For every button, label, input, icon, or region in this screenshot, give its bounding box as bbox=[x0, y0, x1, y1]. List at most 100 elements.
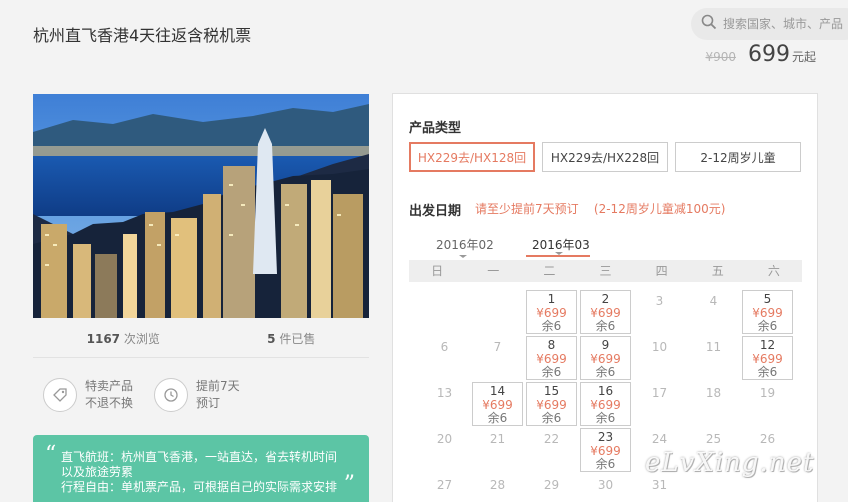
weekday: 一 bbox=[487, 264, 500, 278]
option-hx229-hx228[interactable]: HX229去/HX228回 bbox=[542, 142, 668, 172]
month-marker-icon bbox=[555, 252, 563, 255]
calendar-day: 20 bbox=[436, 432, 453, 446]
child-note: (2-12周岁儿童减100元) bbox=[593, 202, 726, 216]
product-photo bbox=[33, 94, 369, 318]
day-number: 23 bbox=[597, 430, 614, 444]
search-input[interactable] bbox=[723, 17, 848, 31]
sold-label: 件已售 bbox=[279, 332, 316, 346]
day-price: ¥699 bbox=[590, 398, 621, 412]
calendar-day-available[interactable]: 23 ¥699 余6 bbox=[580, 428, 631, 472]
day-number: 12 bbox=[759, 338, 776, 352]
calendar-day-available[interactable]: 2 ¥699 余6 bbox=[580, 290, 631, 334]
highlights-box: “ 直飞航班：杭州直飞香港，一站直达，省去转机时间 以及旅途劳累 行程自由：单机… bbox=[33, 435, 369, 502]
day-number: 15 bbox=[543, 384, 560, 398]
calendar-day: 28 bbox=[489, 478, 506, 492]
calendar-day: 13 bbox=[436, 386, 453, 400]
month-tab-mar[interactable]: 2016年03 bbox=[532, 236, 590, 253]
calendar-day-available[interactable]: 14 ¥699 余6 bbox=[472, 382, 523, 426]
day-number: 1 bbox=[547, 292, 556, 306]
calendar-day-available[interactable]: 16 ¥699 余6 bbox=[580, 382, 631, 426]
day-price: ¥699 bbox=[536, 306, 567, 320]
day-number: 9 bbox=[601, 338, 610, 352]
calendar-day: 22 bbox=[543, 432, 560, 446]
calendar-day: 18 bbox=[705, 386, 722, 400]
calendar-day: 21 bbox=[489, 432, 506, 446]
booking-panel: 产品类型 HX229去/HX128回 HX229去/HX228回 2-12周岁儿… bbox=[392, 93, 818, 502]
weekday: 三 bbox=[599, 264, 612, 278]
feature-advance-text: 提前7天预订 bbox=[196, 378, 240, 412]
day-remaining: 余6 bbox=[595, 319, 616, 333]
search-box[interactable] bbox=[691, 8, 848, 40]
feature-advance-line1: 提前7天 bbox=[196, 379, 240, 393]
day-number: 5 bbox=[763, 292, 772, 306]
day-remaining: 余6 bbox=[595, 457, 616, 471]
original-price: ¥900 bbox=[705, 50, 736, 64]
day-remaining: 余6 bbox=[541, 319, 562, 333]
weekday: 四 bbox=[655, 264, 668, 278]
calendar-day: 17 bbox=[651, 386, 668, 400]
month-marker-icon bbox=[459, 255, 467, 258]
highlight-line: 以及旅途劳累 bbox=[61, 465, 134, 479]
day-number: 2 bbox=[601, 292, 610, 306]
advance-note: 请至少提前7天预订 bbox=[475, 202, 579, 216]
feature-advance-line2: 预订 bbox=[196, 396, 221, 410]
day-price: ¥699 bbox=[482, 398, 513, 412]
calendar-day-available[interactable]: 8 ¥699 余6 bbox=[526, 336, 577, 380]
page-title: 杭州直飞香港4天往返含税机票 bbox=[33, 26, 252, 45]
day-remaining: 余6 bbox=[487, 411, 508, 425]
price-block: ¥900 699 元起 bbox=[705, 42, 816, 67]
calendar-day: 30 bbox=[597, 478, 614, 492]
day-price: ¥699 bbox=[752, 306, 783, 320]
calendar-day: 7 bbox=[493, 340, 502, 354]
calendar-day-available[interactable]: 9 ¥699 余6 bbox=[580, 336, 631, 380]
sold-stat: 5 件已售 bbox=[267, 330, 315, 347]
calendar-day-available[interactable]: 5 ¥699 余6 bbox=[742, 290, 793, 334]
day-price: ¥699 bbox=[590, 306, 621, 320]
sold-count: 5 bbox=[267, 332, 276, 346]
option-hx229-hx128[interactable]: HX229去/HX128回 bbox=[409, 142, 535, 172]
day-price: ¥699 bbox=[536, 398, 567, 412]
product-type-label: 产品类型 bbox=[409, 121, 462, 136]
views-label: 次浏览 bbox=[123, 332, 160, 346]
feature-special-text: 特卖产品 不退不换 bbox=[85, 378, 133, 412]
feature-special-line1: 特卖产品 bbox=[85, 379, 134, 393]
tag-icon bbox=[43, 378, 77, 412]
watermark: eLvXing.net bbox=[645, 448, 815, 478]
day-number: 14 bbox=[489, 384, 506, 398]
current-price-group: 699 元起 bbox=[748, 42, 816, 67]
search-icon[interactable] bbox=[701, 14, 717, 34]
clock-history-icon bbox=[154, 378, 188, 412]
weekday: 二 bbox=[543, 264, 556, 278]
day-remaining: 余6 bbox=[595, 365, 616, 379]
calendar-day: 29 bbox=[543, 478, 560, 492]
calendar-day: 3 bbox=[655, 294, 664, 308]
calendar-day: 19 bbox=[759, 386, 776, 400]
open-quote-icon: “ bbox=[45, 442, 57, 467]
active-month-underline bbox=[526, 255, 590, 257]
calendar-day: 31 bbox=[651, 478, 668, 492]
feature-advance: 提前7天预订 bbox=[154, 378, 240, 412]
views-stat: 1167 次浏览 bbox=[87, 330, 160, 347]
option-child[interactable]: 2-12周岁儿童 bbox=[675, 142, 801, 172]
highlight-line: 行程自由：单机票产品，可根据自己的实际需求安排 bbox=[61, 480, 338, 494]
price-unit: 元起 bbox=[791, 50, 816, 64]
calendar-day-available[interactable]: 1 ¥699 余6 bbox=[526, 290, 577, 334]
highlight-line: 直飞航班：杭州直飞香港，一站直达，省去转机时间 bbox=[61, 450, 338, 464]
calendar-day: 4 bbox=[709, 294, 718, 308]
month-tab-feb[interactable]: 2016年02 bbox=[436, 236, 494, 253]
booking-notes: 请至少提前7天预订 (2-12周岁儿童减100元) bbox=[475, 200, 725, 217]
calendar-day: 11 bbox=[705, 340, 722, 354]
weekday: 五 bbox=[711, 264, 724, 278]
calendar-day-available[interactable]: 12 ¥699 余6 bbox=[742, 336, 793, 380]
day-remaining: 余6 bbox=[757, 319, 778, 333]
day-price: ¥699 bbox=[590, 352, 621, 366]
day-number: 8 bbox=[547, 338, 556, 352]
day-remaining: 余6 bbox=[541, 365, 562, 379]
stats-row: 1167 次浏览 5 件已售 bbox=[33, 330, 369, 347]
close-quote-icon: ” bbox=[343, 472, 355, 497]
current-price: 699 bbox=[747, 42, 790, 67]
calendar-day: 10 bbox=[651, 340, 668, 354]
weekday: 六 bbox=[767, 264, 780, 278]
calendar-day-available[interactable]: 15 ¥699 余6 bbox=[526, 382, 577, 426]
calendar-day: 27 bbox=[436, 478, 453, 492]
